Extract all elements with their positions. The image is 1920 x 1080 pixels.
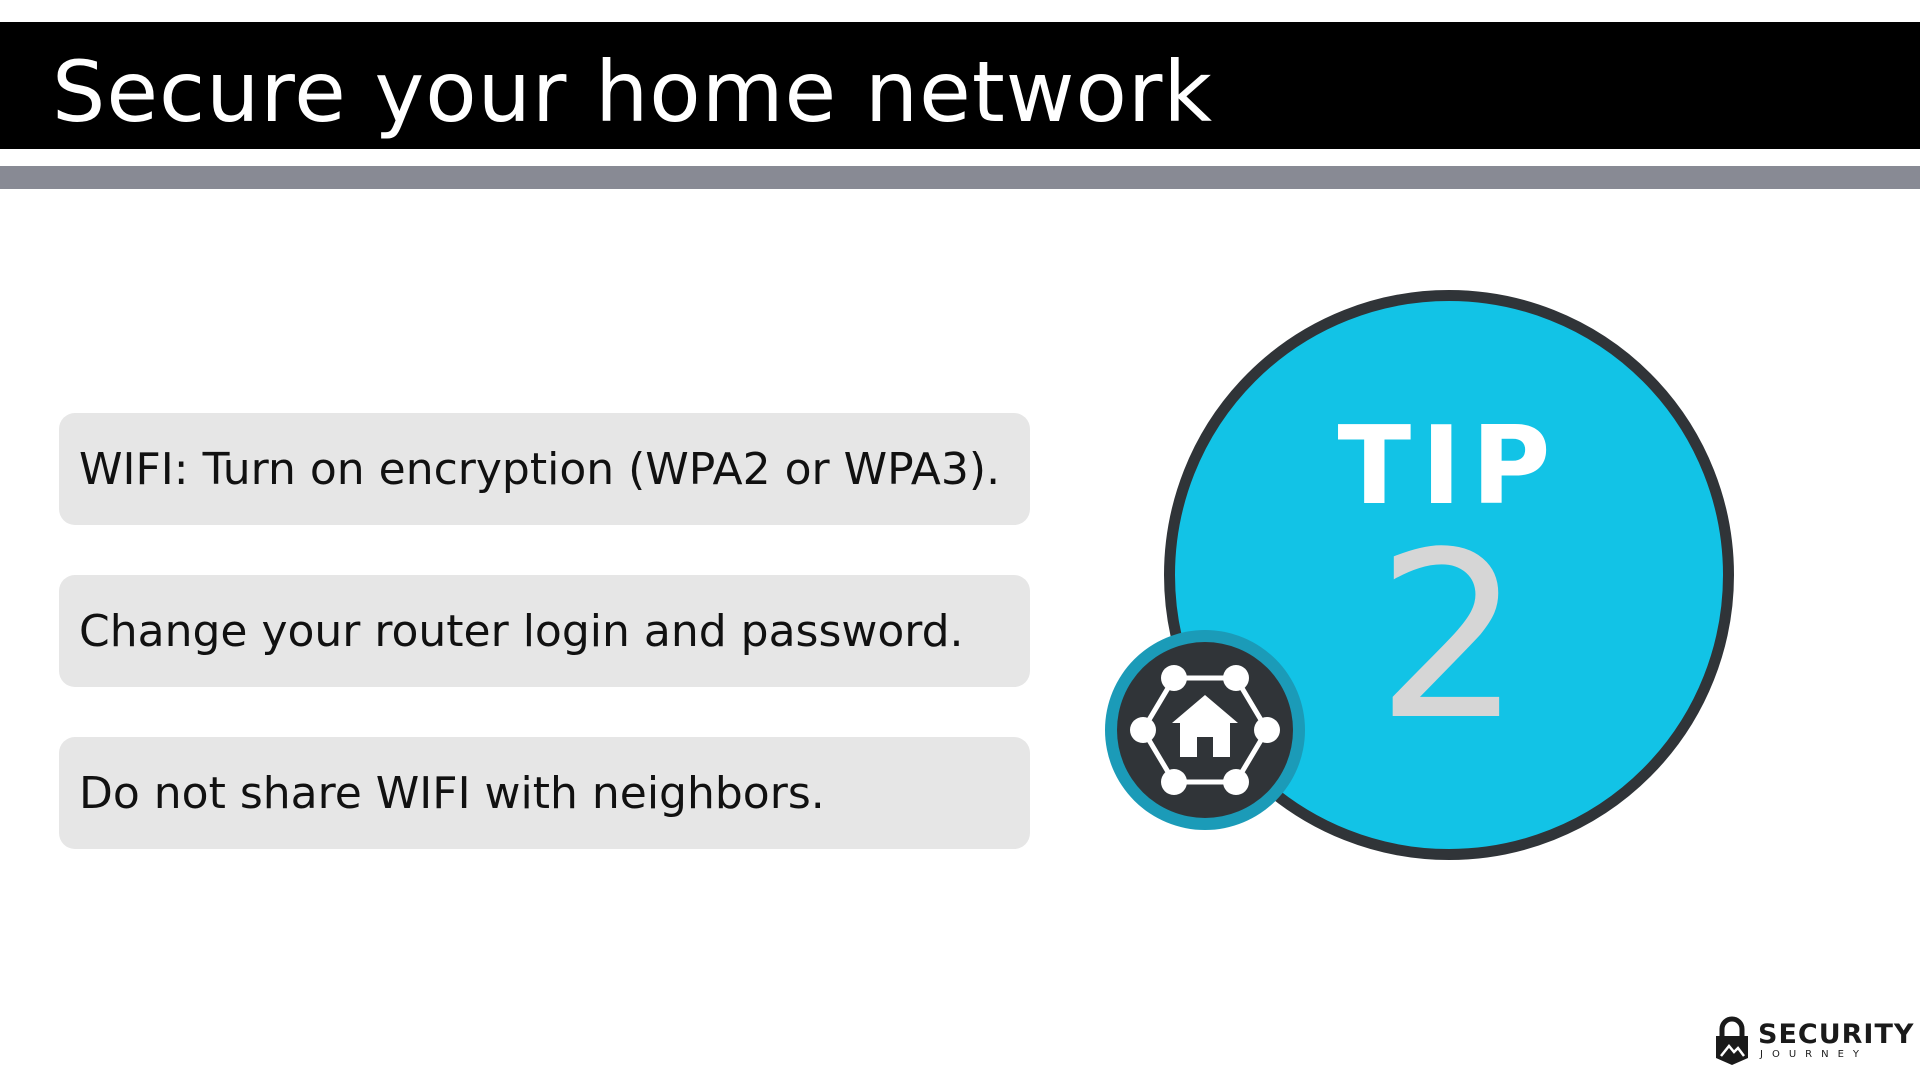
logo-wordmark: SECURITY [1758,1019,1915,1050]
tip-item-no-sharing: Do not share WIFI with neighbors. [59,737,1030,849]
security-journey-logo: SECURITY JOURNEY [1712,1016,1915,1068]
slide-title: Secure your home network [52,43,1214,141]
accent-divider [0,166,1920,189]
logo-subtitle: JOURNEY [1760,1049,1868,1060]
padlock-logo-icon [1716,1016,1748,1065]
home-network-icon [1105,630,1305,830]
tip-item-router-login: Change your router login and password. [59,575,1030,687]
tip-item-encryption: WIFI: Turn on encryption (WPA2 or WPA3). [59,413,1030,525]
title-bar: Secure your home network [0,22,1920,149]
slide: Secure your home network WIFI: Turn on e… [0,0,1920,1080]
